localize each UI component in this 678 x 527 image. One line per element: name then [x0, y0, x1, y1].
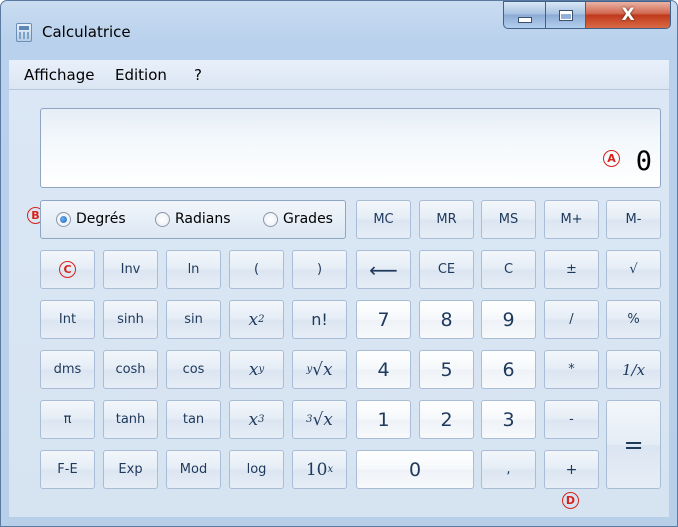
menu-affichage[interactable]: Affichage	[24, 66, 94, 84]
inv-button[interactable]: Inv	[103, 250, 158, 289]
calculator-window: Calculatrice X Affichage Edition ? A 0 B…	[0, 0, 678, 527]
calculator-app-icon	[16, 23, 32, 42]
divide-button[interactable]: /	[544, 300, 599, 339]
annotation-marker-a: A	[603, 150, 620, 167]
menu-bar: Affichage Edition ?	[9, 60, 669, 90]
cube-root-symbol: √x	[312, 409, 333, 430]
minimize-button[interactable]	[503, 1, 546, 29]
exp-button[interactable]: Exp	[103, 450, 158, 489]
digit-0-button[interactable]: 0	[356, 450, 474, 489]
y-root-x-button[interactable]: y √x	[292, 350, 347, 389]
cube-root-button[interactable]: 3 √x	[292, 400, 347, 439]
result-display: A 0	[40, 108, 661, 188]
radio-unchecked-icon	[155, 211, 170, 227]
ten-power-base: 10	[305, 459, 328, 480]
backspace-icon: ⟵	[369, 257, 398, 282]
ln-button[interactable]: ln	[166, 250, 221, 289]
digit-9-button[interactable]: 9	[481, 300, 536, 339]
sqrt-button[interactable]: √	[606, 250, 661, 289]
int-button[interactable]: Int	[40, 300, 95, 339]
x-squared-button[interactable]: x2	[229, 300, 284, 339]
multiply-button[interactable]: *	[544, 350, 599, 389]
reciprocal-button[interactable]: 1/x	[606, 350, 661, 389]
radio-checked-icon	[56, 211, 71, 227]
maximize-icon	[558, 9, 573, 21]
pi-button[interactable]: π	[40, 400, 95, 439]
maximize-button[interactable]	[546, 1, 586, 29]
radio-label-degres: Degrés	[76, 211, 126, 227]
window-title: Calculatrice	[42, 23, 131, 41]
cos-button[interactable]: cos	[166, 350, 221, 389]
backspace-button[interactable]: ⟵	[356, 250, 411, 289]
minimize-icon	[517, 16, 532, 23]
caption-buttons: X	[503, 1, 671, 29]
close-icon: X	[621, 5, 635, 25]
y-root-symbol: √x	[312, 359, 333, 380]
annotation-marker-d: D	[562, 492, 579, 509]
decimal-button[interactable]: ,	[481, 450, 536, 489]
angle-unit-group: Degrés Radians Grades	[40, 200, 346, 239]
x-squared-exp: 2	[258, 314, 265, 325]
digit-3-button[interactable]: 3	[481, 400, 536, 439]
tanh-button[interactable]: tanh	[103, 400, 158, 439]
digit-4-button[interactable]: 4	[356, 350, 411, 389]
display-value: 0	[635, 146, 652, 177]
close-button[interactable]: X	[586, 1, 671, 29]
radio-label-radians: Radians	[175, 211, 231, 227]
x-power-y-exp: y	[258, 364, 265, 375]
factorial-button[interactable]: n!	[292, 300, 347, 339]
m-plus-button[interactable]: M+	[544, 200, 599, 239]
digit-2-button[interactable]: 2	[419, 400, 474, 439]
ms-button[interactable]: MS	[481, 200, 536, 239]
plus-minus-button[interactable]: ±	[544, 250, 599, 289]
ten-power-exp: x	[327, 464, 334, 475]
close-paren-button[interactable]: )	[292, 250, 347, 289]
radio-label-grades: Grades	[283, 211, 333, 227]
m-minus-button[interactable]: M-	[606, 200, 661, 239]
x-cubed-base: x	[248, 409, 259, 430]
annotation-marker-c: C	[59, 261, 76, 278]
tan-button[interactable]: tan	[166, 400, 221, 439]
menu-help[interactable]: ?	[194, 66, 202, 84]
mc-button[interactable]: MC	[356, 200, 411, 239]
add-button[interactable]: +	[544, 450, 599, 489]
ce-button[interactable]: CE	[419, 250, 474, 289]
sin-button[interactable]: sin	[166, 300, 221, 339]
x-cubed-exp: 3	[258, 414, 265, 425]
radio-unchecked-icon	[263, 211, 278, 227]
cosh-button[interactable]: cosh	[103, 350, 158, 389]
mod-button[interactable]: Mod	[166, 450, 221, 489]
open-paren-button[interactable]: (	[229, 250, 284, 289]
digit-5-button[interactable]: 5	[419, 350, 474, 389]
radio-radians[interactable]: Radians	[155, 211, 231, 227]
radio-grades[interactable]: Grades	[263, 211, 333, 227]
x-squared-base: x	[248, 309, 259, 330]
digit-1-button[interactable]: 1	[356, 400, 411, 439]
blank-key[interactable]: C	[40, 250, 95, 289]
digit-6-button[interactable]: 6	[481, 350, 536, 389]
sinh-button[interactable]: sinh	[103, 300, 158, 339]
title-bar[interactable]: Calculatrice X	[1, 1, 677, 59]
menu-edition[interactable]: Edition	[115, 66, 167, 84]
ten-power-x-button[interactable]: 10 x	[292, 450, 347, 489]
dms-button[interactable]: dms	[40, 350, 95, 389]
subtract-button[interactable]: -	[544, 400, 599, 439]
fe-button[interactable]: F-E	[40, 450, 95, 489]
digit-7-button[interactable]: 7	[356, 300, 411, 339]
mr-button[interactable]: MR	[419, 200, 474, 239]
x-power-y-button[interactable]: xy	[229, 350, 284, 389]
calculator-body: A 0 B Degrés Radians Grades MC MR MS M+ …	[9, 90, 669, 517]
c-button[interactable]: C	[481, 250, 536, 289]
radio-degres[interactable]: Degrés	[56, 211, 126, 227]
digit-8-button[interactable]: 8	[419, 300, 474, 339]
log-button[interactable]: log	[229, 450, 284, 489]
percent-button[interactable]: %	[606, 300, 661, 339]
equals-button[interactable]: =	[606, 400, 661, 489]
x-cubed-button[interactable]: x3	[229, 400, 284, 439]
